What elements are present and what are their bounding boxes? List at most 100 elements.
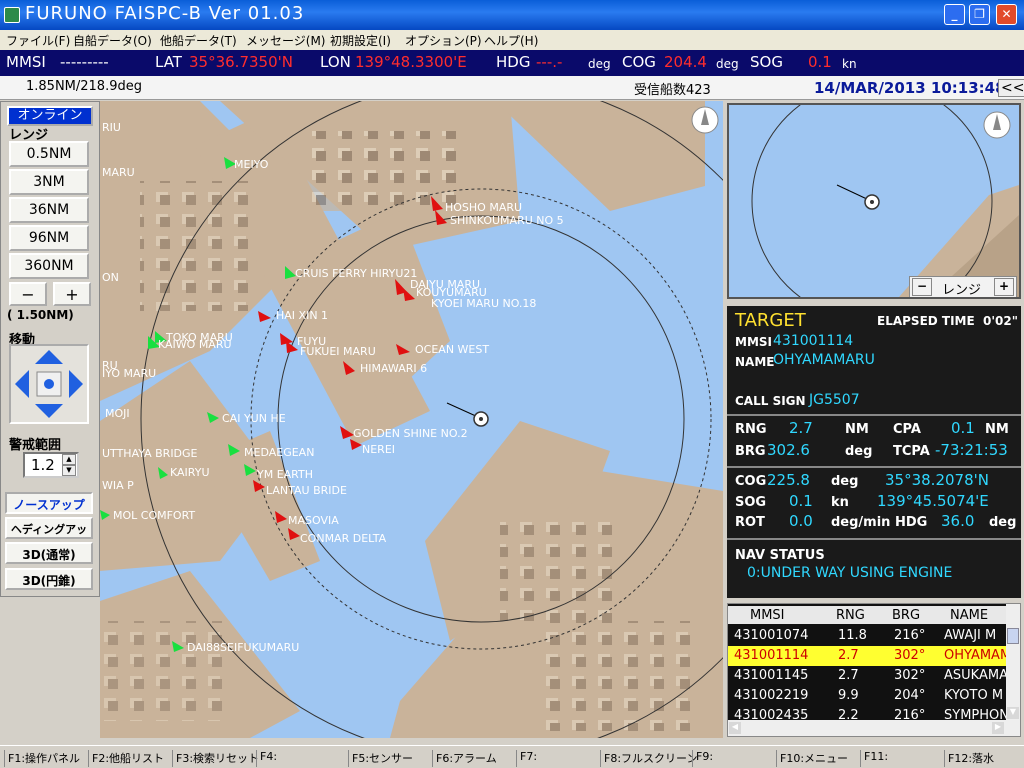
f7-button[interactable]: F7: xyxy=(516,750,537,767)
target-label[interactable]: SHINKOUMARU NO 5 xyxy=(450,214,564,227)
mini-map[interactable]: − レンジ + xyxy=(727,103,1021,299)
close-button[interactable]: ✕ xyxy=(996,4,1017,25)
target-label[interactable]: HAI XIN 1 xyxy=(276,309,328,322)
mini-range-plus-button[interactable]: + xyxy=(994,278,1014,296)
cpa-unit: NM xyxy=(985,422,1009,437)
scroll-down-icon[interactable]: ▼ xyxy=(1007,707,1019,719)
target-label[interactable]: MASOVIA xyxy=(288,514,339,527)
menu-other-ship[interactable]: 他船データ(T) xyxy=(160,32,237,49)
target-label[interactable]: OCEAN WEST xyxy=(415,343,489,356)
maximize-button[interactable]: ❐ xyxy=(969,4,990,25)
target-list[interactable]: MMSI RNG BRG NAME 431001074 11.8 216° AWAJI… xyxy=(727,603,1021,737)
target-label[interactable]: MOJI xyxy=(105,407,130,420)
target-label[interactable]: UTTHAYA BRIDGE xyxy=(102,447,198,460)
collapse-button[interactable]: << xyxy=(998,79,1024,97)
target-label[interactable]: IYO MARU xyxy=(102,367,156,380)
spin-down-icon[interactable]: ▼ xyxy=(62,465,76,476)
sog-unit: kn xyxy=(842,57,857,71)
range-96nm-button[interactable]: 96NM xyxy=(9,225,89,251)
col-mmsi-header[interactable]: MMSI xyxy=(750,608,785,623)
move-pad[interactable] xyxy=(9,344,89,424)
target-label[interactable]: GOLDEN SHINE NO.2 xyxy=(353,427,468,440)
scroll-right-icon[interactable]: ▶ xyxy=(992,722,1004,734)
status-row: 1.85NM/218.9deg 受信船数423 14/MAR/2013 10:1… xyxy=(0,76,1024,100)
list-hscrollbar[interactable]: ◀ ▶ xyxy=(728,720,1020,736)
target-label[interactable]: MEIYO xyxy=(234,158,268,171)
function-key-bar: F1:操作パネル F2:他船リスト F3:検索リセット F4: F5:センサー … xyxy=(0,745,1024,768)
f5-button[interactable]: F5:センサー xyxy=(348,750,413,767)
f2-button[interactable]: F2:他船リスト xyxy=(88,750,164,767)
sog-label: SOG xyxy=(750,53,783,71)
3d-normal-button[interactable]: 3D(通常) xyxy=(5,542,93,564)
menu-help[interactable]: ヘルプ(H) xyxy=(484,32,538,49)
target-label[interactable]: DAI88SEIFUKUMARU xyxy=(187,641,299,654)
spin-up-icon[interactable]: ▲ xyxy=(62,454,76,465)
table-row[interactable]: 431001074 11.8 216° AWAJI M xyxy=(728,626,1006,646)
brg-label: BRG xyxy=(735,444,766,459)
target-label[interactable]: NEREI xyxy=(362,443,395,456)
scroll-thumb[interactable] xyxy=(1007,628,1019,644)
f6-button[interactable]: F6:アラーム xyxy=(432,750,497,767)
target-label[interactable]: LANTAU BRIDE xyxy=(266,484,347,497)
target-label[interactable]: WIA P xyxy=(102,479,134,492)
alarm-range-input[interactable]: 1.2 ▲ ▼ xyxy=(23,452,79,478)
target-label[interactable]: MARU xyxy=(102,166,135,179)
mini-range-minus-button[interactable]: − xyxy=(912,278,932,296)
f3-button[interactable]: F3:検索リセット xyxy=(172,750,259,767)
target-label[interactable]: CAI YUN HE xyxy=(222,412,286,425)
target-label[interactable]: MOL COMFORT xyxy=(113,509,195,522)
table-row[interactable]: 4310011452.7302°ASUKAMAF xyxy=(728,666,1006,686)
col-rng-header[interactable]: RNG xyxy=(836,608,865,623)
heading-up-button[interactable]: ヘディングアップ xyxy=(5,517,93,558)
range-360nm-button[interactable]: 360NM xyxy=(9,253,89,279)
rng-unit: NM xyxy=(845,422,869,437)
menu-options[interactable]: オプション(P) xyxy=(405,32,482,49)
f11-button[interactable]: F11: xyxy=(860,750,888,767)
target-label[interactable]: CRUIS FERRY HIRYU21 xyxy=(295,267,417,280)
f9-button[interactable]: F9: xyxy=(692,750,713,767)
menu-own-ship[interactable]: 自船データ(O) xyxy=(73,32,152,49)
target-label[interactable]: KAIRYU xyxy=(170,466,210,479)
target-label[interactable]: FUKUEI MARU xyxy=(300,345,376,358)
target-label[interactable]: RIU xyxy=(102,121,121,134)
col-name-header[interactable]: NAME xyxy=(950,608,988,623)
menu-file[interactable]: ファイル(F) xyxy=(6,32,70,49)
range-3nm-button[interactable]: 3NM xyxy=(9,169,89,195)
range-36nm-button[interactable]: 36NM xyxy=(9,197,89,223)
target-rot-unit: deg/min xyxy=(831,515,891,530)
table-row[interactable]: 431002219 9.9 204° KYOTO M xyxy=(728,686,1006,706)
f1-button[interactable]: F1:操作パネル xyxy=(4,750,80,767)
arrow-right-icon xyxy=(69,370,83,398)
target-label[interactable]: CONMAR DELTA xyxy=(300,532,386,545)
target-label[interactable]: YM EARTH xyxy=(257,468,313,481)
north-up-button[interactable]: ノースアップ xyxy=(5,492,93,514)
target-label[interactable]: KAIWO MARU xyxy=(158,338,232,351)
chart-view[interactable]: MEIYO HOSHO MARU SHINKOUMARU NO 5 CRUIS … xyxy=(100,101,723,738)
3d-cone-button[interactable]: 3D(円錐) xyxy=(5,568,93,590)
table-row-selected[interactable]: 431001114 2.7 302° OHYAMAM xyxy=(728,646,1006,666)
f10-button[interactable]: F10:メニュー xyxy=(776,750,848,767)
list-vscrollbar[interactable]: ▼ xyxy=(1006,604,1020,720)
sog-label: SOG xyxy=(735,495,767,510)
target-label[interactable]: HOSHO MARU xyxy=(445,201,522,214)
f8-button[interactable]: F8:フルスクリーン xyxy=(600,750,697,767)
f12-button[interactable]: F12:落水 xyxy=(944,750,994,767)
menu-initial-settings[interactable]: 初期設定(I) xyxy=(330,32,391,49)
target-label[interactable]: ON xyxy=(102,271,119,284)
f4-button[interactable]: F4: xyxy=(256,750,277,767)
target-label[interactable]: MEDAEGEAN xyxy=(244,446,314,459)
range-minus-button[interactable]: − xyxy=(9,282,47,306)
target-heading: TARGET xyxy=(735,310,806,331)
scroll-left-icon[interactable]: ◀ xyxy=(729,722,741,734)
target-lon: 139°45.5074'E xyxy=(877,492,989,510)
minimize-button[interactable]: _ xyxy=(944,4,965,25)
nav-status-label: NAV STATUS xyxy=(735,548,825,563)
range-plus-button[interactable]: + xyxy=(53,282,91,306)
col-brg-header[interactable]: BRG xyxy=(892,608,920,623)
range-0-5nm-button[interactable]: 0.5NM xyxy=(9,141,89,167)
menu-message[interactable]: メッセージ(M) xyxy=(246,32,325,49)
window-title: FURUNO FAISPC-B Ver 01.03 xyxy=(25,3,305,24)
target-label[interactable]: HIMAWARI 6 xyxy=(360,362,427,375)
target-label[interactable]: KYOEI MARU NO.18 xyxy=(431,297,536,310)
table-row[interactable]: 431002435 2.2 216° SYMPHON xyxy=(728,706,1006,720)
